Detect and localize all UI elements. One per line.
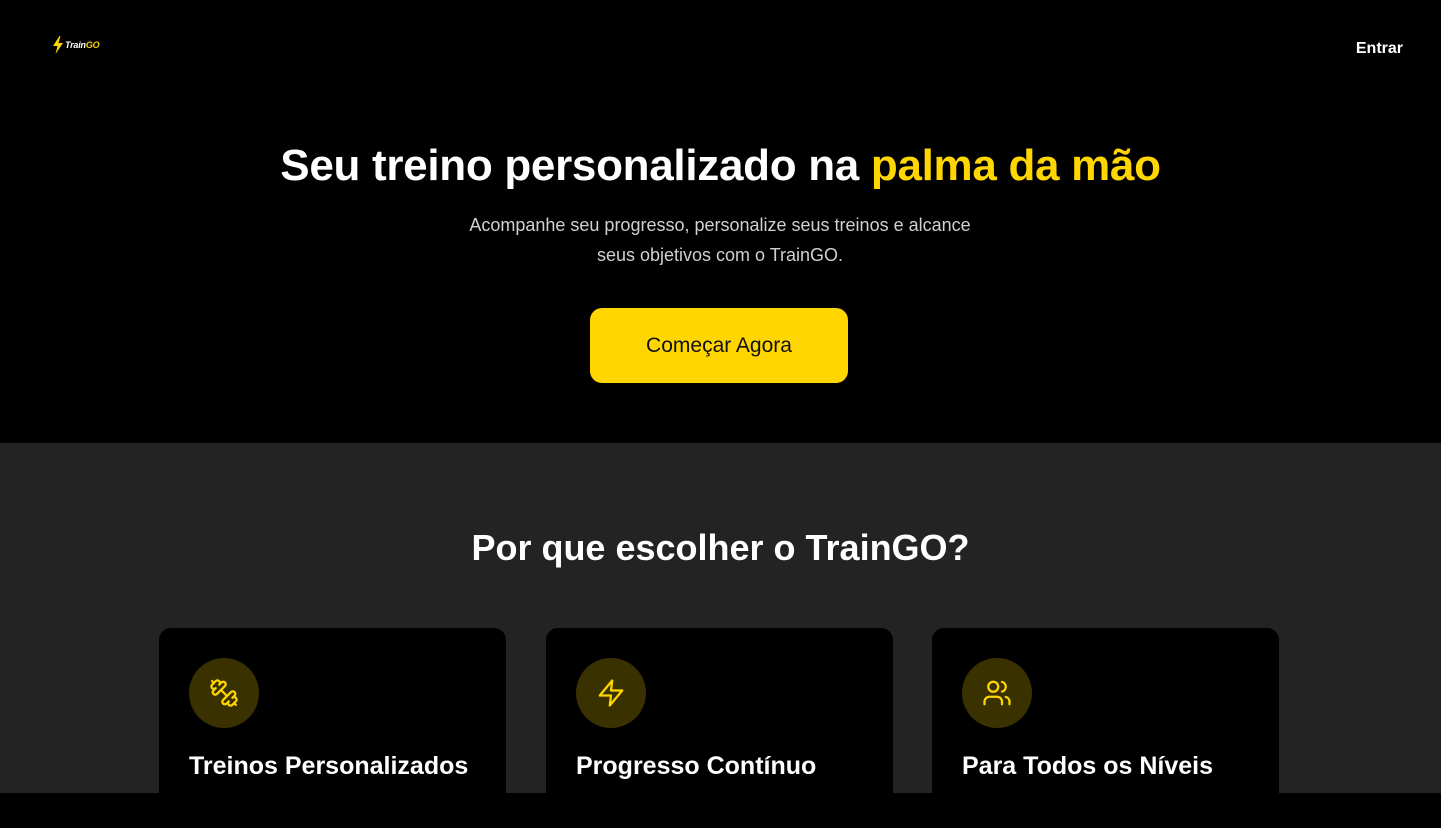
feature-card-title: Progresso Contínuo: [576, 752, 817, 780]
traingo-logo[interactable]: TrainGO: [52, 36, 100, 54]
lightning-bolt-icon: [53, 36, 63, 54]
hero-title-main: Seu treino personalizado na: [280, 141, 871, 190]
start-now-button[interactable]: Começar Agora: [590, 308, 848, 383]
hero-title: Seu treino personalizado na palma da mão: [0, 141, 1441, 191]
feature-card-title: Treinos Personalizados: [189, 752, 469, 780]
hero-title-accent: palma da mão: [870, 141, 1161, 190]
features-title: Por que escolher o TrainGO?: [471, 527, 970, 568]
logo-text: TrainGO: [65, 40, 100, 50]
users-icon: [962, 658, 1032, 728]
feature-card-title: Para Todos os Níveis: [962, 752, 1214, 780]
dumbbell-icon: [189, 658, 259, 728]
signin-link[interactable]: Entrar: [1356, 40, 1403, 58]
lightning-bolt-icon: [576, 658, 646, 728]
feature-card-personalized: Treinos Personalizados: [159, 628, 506, 828]
feature-card-progress: Progresso Contínuo: [546, 628, 893, 828]
hero-subtitle-line-1: Acompanhe seu progresso, personalize seu…: [469, 215, 971, 235]
header: TrainGO Entrar: [0, 0, 1441, 100]
hero-subtitle-line-2: seus objetivos com o TrainGO.: [596, 245, 844, 265]
feature-card-all-levels: Para Todos os Níveis: [932, 628, 1279, 828]
hero-subtitle: Acompanhe seu progresso, personalize seu…: [420, 210, 1020, 270]
features-section: Por que escolher o TrainGO? Treinos Pers…: [0, 443, 1441, 828]
